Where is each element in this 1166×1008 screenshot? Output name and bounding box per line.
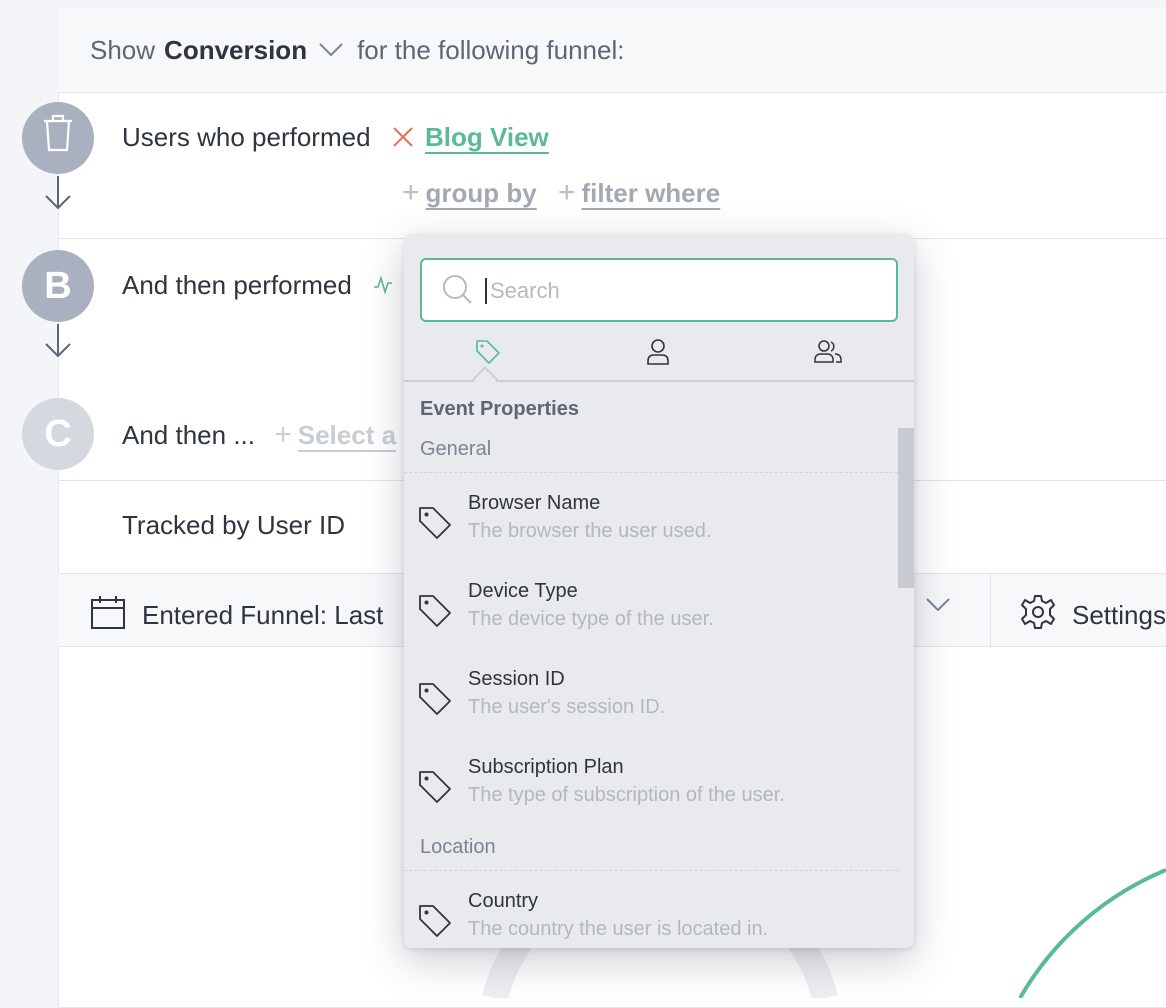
property-item-subscription-plan[interactable]: Subscription Plan The type of subscripti… [404,754,898,838]
metric-select[interactable]: Conversion [164,35,307,66]
tag-icon [475,339,501,370]
property-picker-dropdown: Event Properties General Browser Name Th… [404,234,914,948]
trash-icon [40,113,76,163]
date-range-select[interactable]: Entered Funnel: Last [90,594,383,637]
select-event-link[interactable]: Select a [298,420,396,450]
property-name: Country [468,890,539,912]
search-icon [442,274,474,311]
tag-icon [418,770,452,809]
group-divider [404,870,898,871]
tag-icon [418,904,452,943]
property-name: Subscription Plan [468,756,624,778]
scrollbar-thumb[interactable] [898,428,914,588]
header-suffix: for the following funnel: [357,34,625,65]
arrow-down-icon [44,176,72,217]
property-list: Event Properties General Browser Name Th… [404,384,914,948]
plus-icon: + [274,418,292,451]
date-range-label: Entered Funnel: Last [142,600,384,630]
step-b-row: And then performed [122,270,393,302]
chevron-down-icon[interactable] [926,598,950,617]
step-a-label: Users who performed [122,122,371,152]
users-icon [814,339,842,369]
toolbar-separator [990,574,991,648]
delete-step-button[interactable] [22,102,94,174]
close-x-icon[interactable] [392,124,414,155]
property-description: The user's session ID. [468,696,666,718]
tab-group-properties[interactable] [798,330,858,378]
step-c-row: And then ... + Select a [122,418,396,452]
group-divider [404,472,898,473]
property-item-device-type[interactable]: Device Type The device type of the user. [404,578,898,662]
property-item-country[interactable]: Country The country the user is located … [404,888,898,948]
calendar-icon [90,594,142,637]
property-description: The browser the user used. [468,520,712,542]
plus-icon: + [557,176,576,209]
tag-icon [418,682,452,721]
gear-icon [1020,594,1072,637]
step-c-marker: C [22,398,94,470]
arrow-down-icon [44,324,72,365]
step-a-row: Users who performed Blog View [122,122,549,155]
search-input[interactable] [488,270,882,312]
group-title-general: General [420,438,492,460]
text-caret [485,278,487,304]
property-item-session-id[interactable]: Session ID The user's session ID. [404,666,898,750]
chevron-down-icon[interactable] [319,43,343,57]
step-a-actions: + group by + filter where [402,176,720,210]
property-description: The device type of the user. [468,608,714,630]
tab-user-properties[interactable] [628,330,688,378]
tag-icon [418,594,452,633]
plus-icon: + [402,176,420,209]
property-name: Device Type [468,580,578,602]
tag-icon [418,506,452,545]
property-name: Session ID [468,668,565,690]
property-description: The type of subscription of the user. [468,784,785,806]
step-c-label: And then ... [122,420,255,450]
settings-button[interactable]: Settings [1020,594,1166,637]
group-title-location: Location [420,836,496,858]
tracked-by: Tracked by User ID [122,510,345,540]
metric-header: Show Conversion for the following funnel… [58,8,1166,93]
filter-where-link[interactable]: filter where [582,178,721,208]
event-select-blog-view[interactable]: Blog View [425,122,549,152]
search-field[interactable] [420,258,898,322]
step-b-marker: B [22,250,94,322]
property-name: Browser Name [468,492,601,514]
settings-label: Settings [1072,600,1166,630]
step-b-label: And then performed [122,270,352,300]
user-icon [646,338,670,370]
property-description: The country the user is located in. [468,918,769,940]
header-prefix: Show [90,34,156,65]
group-by-link[interactable]: group by [426,178,537,208]
section-title: Event Properties [420,398,579,420]
activity-icon [373,271,393,302]
property-item-browser-name[interactable]: Browser Name The browser the user used. [404,490,898,574]
